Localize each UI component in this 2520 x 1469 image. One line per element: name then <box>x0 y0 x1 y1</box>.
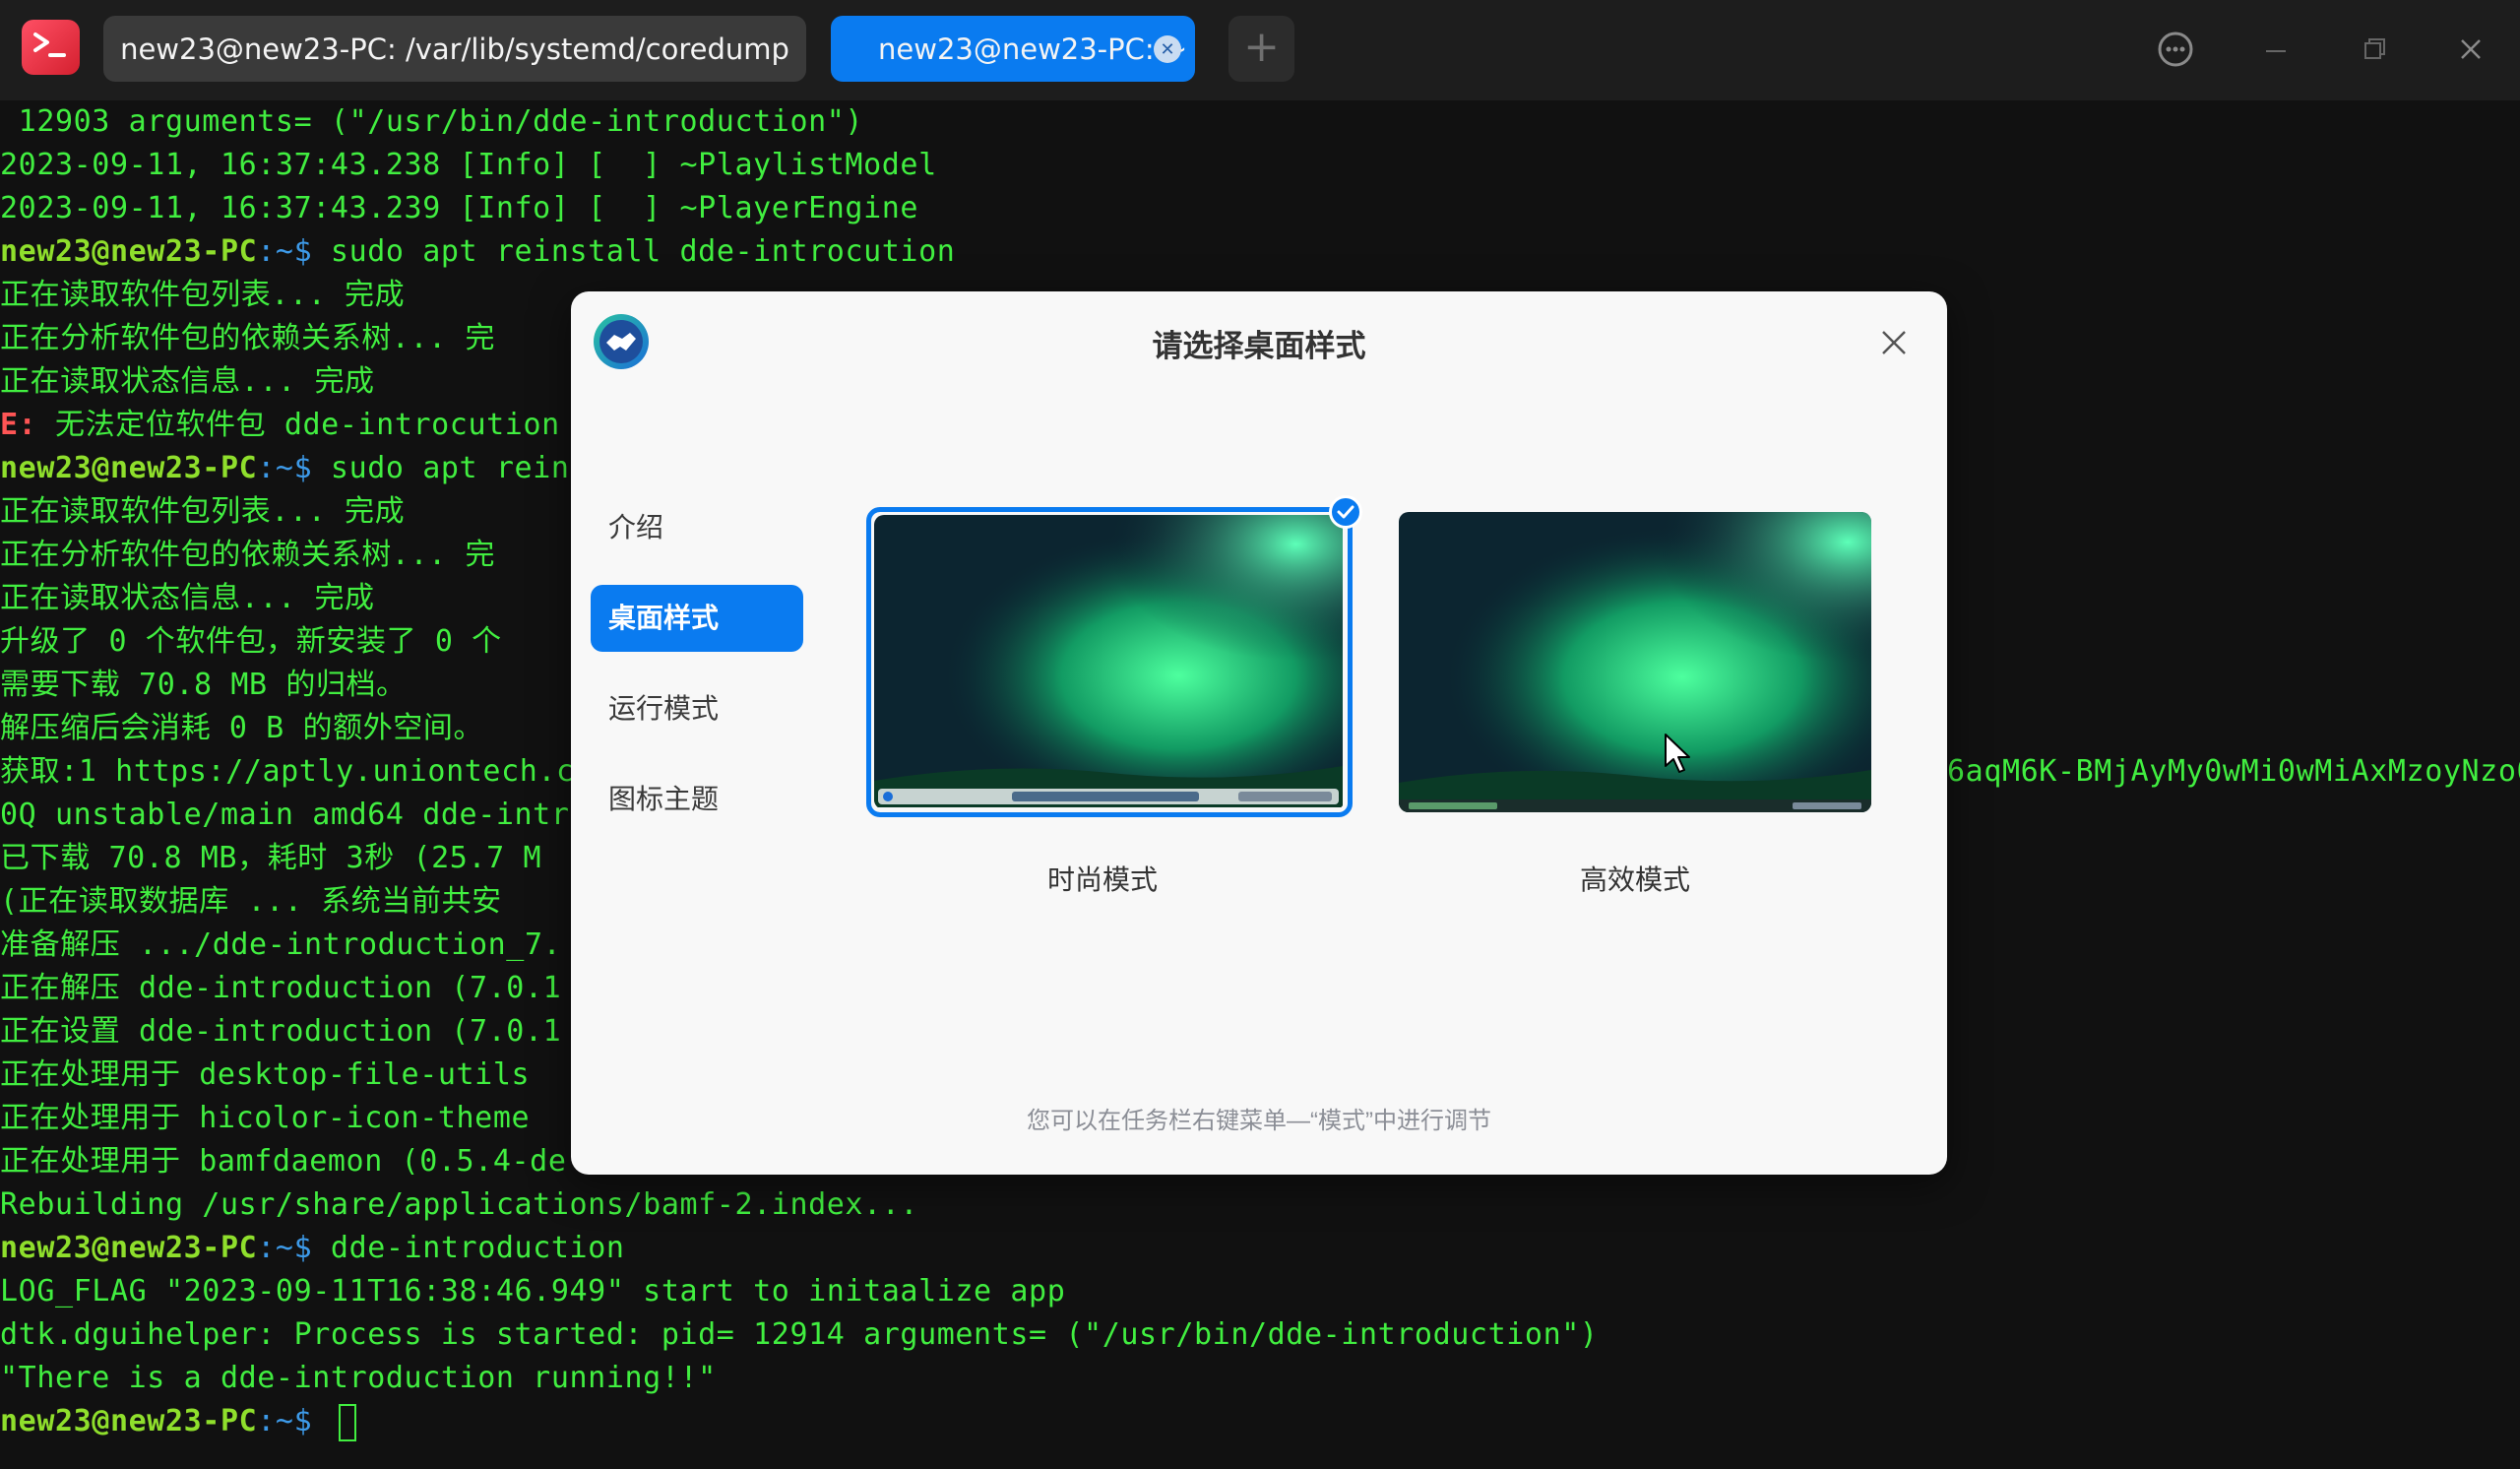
terminal-line: new23@new23-PC:~$ sudo apt reinstall dde… <box>0 234 956 269</box>
terminal-line: 正在读取状态信息... 完成 <box>0 581 375 615</box>
hint-text: 您可以在任务栏右键菜单—“模式”中进行调节 <box>1027 1108 1491 1134</box>
terminal-line: 升级了 0 个软件包，新安装了 0 个 <box>0 624 502 659</box>
title-bar: new23@new23-PC: /var/lib/systemd/coredum… <box>0 0 2520 100</box>
close-icon[interactable] <box>1876 325 1912 360</box>
terminal-line: 获取:1 https://aptly.uniontech.c <box>0 754 575 789</box>
terminal-line: 0Q unstable/main amd64 dde-intro <box>0 798 589 832</box>
terminal-line: 已下载 70.8 MB，耗时 3秒 (25.7 M <box>0 841 542 875</box>
terminal-line: E: 无法定位软件包 dde-introcution <box>0 408 560 442</box>
fashion-mode-label[interactable]: 时尚模式 <box>866 859 1339 898</box>
terminal-line: 12903 arguments= ("/usr/bin/dde-introduc… <box>0 104 864 139</box>
terminal-line: 正在解压 dde-introduction (7.0.1 <box>0 971 562 1005</box>
aurora-wallpaper-image <box>874 515 1345 809</box>
terminal-line: new23@new23-PC:~$ sudo apt reins <box>0 451 589 485</box>
tab-label: new23@new23-PC: ~ <box>878 32 1188 66</box>
terminal-line: 正在读取软件包列表... 完成 <box>0 278 406 312</box>
terminal-line: 正在设置 dde-introduction (7.0.1 <box>0 1014 562 1049</box>
efficient-mode-label[interactable]: 高效模式 <box>1399 859 1871 898</box>
terminal-line: 需要下载 70.8 MB 的归档。 <box>0 668 407 702</box>
minimize-icon[interactable] <box>2254 28 2298 71</box>
terminal-line: 解压缩后会消耗 0 B 的额外空间。 <box>0 711 484 745</box>
terminal-line: 正在处理用于 bamfdaemon (0.5.4-de <box>0 1144 567 1179</box>
nav-item-desktop-style[interactable]: 桌面样式 <box>591 585 803 652</box>
terminal-line: "There is a dde-introduction running!!" <box>0 1361 717 1395</box>
terminal-line: (正在读取数据库 ... 系统当前共安 <box>0 884 502 919</box>
add-tab-button[interactable]: + <box>1228 16 1294 82</box>
terminal-line: 正在读取软件包列表... 完成 <box>0 494 406 529</box>
nav-item-running-mode[interactable]: 运行模式 <box>591 675 803 742</box>
plus-icon: + <box>1243 22 1280 72</box>
tab-coredump[interactable]: new23@new23-PC: /var/lib/systemd/coredum… <box>103 16 806 82</box>
desktop-style-dialog: 请选择桌面样式 介绍 桌面样式 运行模式 图标主题 时尚模式 高效模式 您可以在… <box>571 291 1947 1175</box>
maximize-icon[interactable] <box>2353 28 2396 71</box>
terminal-line: 准备解压 .../dde-introduction_7. <box>0 927 562 962</box>
fashion-mode-preview[interactable] <box>866 507 1353 817</box>
selected-check-icon <box>1329 495 1362 529</box>
terminal-line: 正在读取状态信息... 完成 <box>0 364 375 399</box>
close-window-icon[interactable] <box>2449 28 2492 71</box>
terminal-line: new23@new23-PC:~$ <box>0 1400 356 1443</box>
terminal-app-icon <box>22 20 80 75</box>
terminal-line: 正在处理用于 hicolor-icon-theme <box>0 1101 531 1135</box>
tab-home[interactable]: new23@new23-PC: ~ <box>831 16 1195 82</box>
terminal-line-overflow: 6aqM6K-BMjAyMy0wMi0wMiAxMzoyNzo0 <box>1947 754 2520 789</box>
terminal-line: 2023-09-11, 16:37:43.238 [Info] [ ] ~Pla… <box>0 148 937 182</box>
terminal-line: new23@new23-PC:~$ dde-introduction <box>0 1231 625 1265</box>
terminal-line: Rebuilding /usr/share/applications/bamf-… <box>0 1187 919 1222</box>
aurora-wallpaper-image <box>1399 512 1871 812</box>
terminal-cursor <box>338 1403 356 1441</box>
nav-item-icon-theme[interactable]: 图标主题 <box>591 766 803 833</box>
tab-close-icon[interactable]: ✕ <box>1154 35 1181 63</box>
terminal-line: LOG_FLAG "2023-09-11T16:38:46.949" start… <box>0 1274 1066 1309</box>
tab-label: new23@new23-PC: /var/lib/systemd/coredum… <box>120 32 789 66</box>
mouse-cursor-icon <box>1665 734 1690 773</box>
terminal-line: dtk.dguihelper: Process is started: pid=… <box>0 1317 1599 1352</box>
dialog-title: 请选择桌面样式 <box>1152 329 1366 363</box>
terminal-line: 2023-09-11, 16:37:43.239 [Info] [ ] ~Pla… <box>0 191 919 225</box>
efficient-mode-preview[interactable] <box>1399 512 1871 812</box>
more-options-icon[interactable] <box>2154 28 2197 71</box>
terminal-line: 正在处理用于 desktop-file-utils <box>0 1057 531 1092</box>
terminal-line: 正在分析软件包的依赖关系树... 完 <box>0 321 496 355</box>
terminal-line: 正在分析软件包的依赖关系树... 完 <box>0 538 496 572</box>
nav-item-introduction[interactable]: 介绍 <box>591 494 803 561</box>
